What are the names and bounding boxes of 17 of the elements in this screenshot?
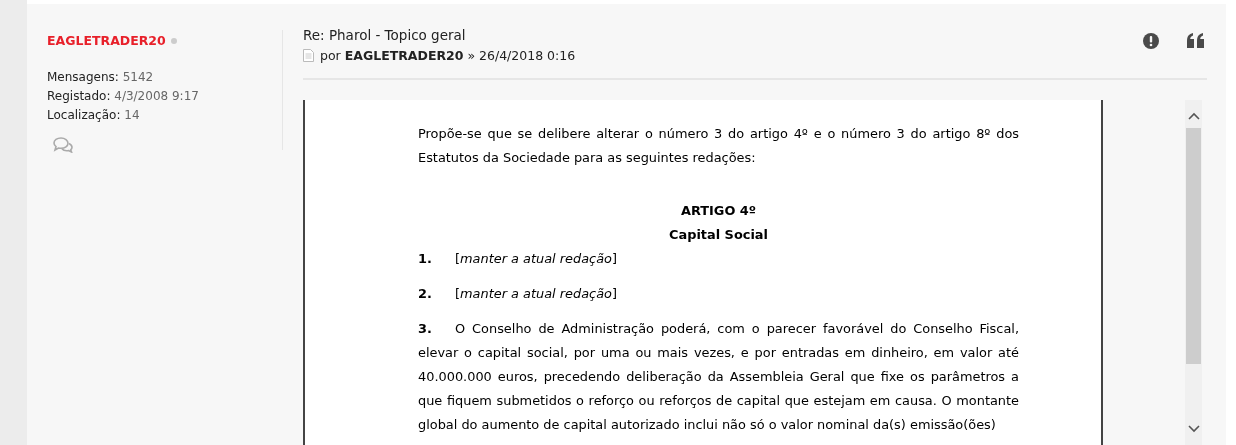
list-item: 2. [manter a atual redação] — [418, 285, 618, 303]
username[interactable]: EAGLETRADER20 — [47, 33, 166, 48]
profile-stat: Mensagens: 5142 — [47, 69, 155, 86]
post-byline: por EAGLETRADER20 » 26/4/2018 0:16 — [320, 48, 576, 63]
scrollbar[interactable] — [1185, 100, 1202, 445]
warning-icon[interactable] — [1143, 33, 1159, 49]
profile-stat: Registado: 4/3/2008 9:17 — [47, 88, 200, 105]
paragraph: Propõe-se que se delibere alterar o número 3 do artigo 4º e o número 3 do artigo 8º dos Estatutos da Sociedade para as seguintes redações: — [418, 125, 1019, 167]
post-title[interactable]: Re: Pharol - Topico geral — [303, 27, 576, 43]
scroll-up-icon[interactable] — [1187, 112, 1200, 120]
list-item: 1. [manter a atual redação] — [418, 250, 618, 268]
quote-icon[interactable] — [1187, 33, 1204, 48]
list-item: 3. O Conselho de Administração poderá, com o parecer favorável do Conselho Fiscal, elevar o capital social, por uma ou mais vezes, e por entradas em dinheiro, em valor até 40.000.000 euros, precedendo deliberação da Assembleia Geral que fixe os parâmetros a que fiquem submetidos o reforço ou reforços de capital que estejam em causa. O montante global do aumento de capital autorizado inclui não só o valor nominal da(s) emissão(ões) — [418, 320, 1019, 434]
article-subheading: Capital Social — [668, 226, 769, 244]
scroll-down-icon[interactable] — [1187, 425, 1200, 433]
profile-stat: Localização: 14 — [47, 107, 141, 124]
article-heading: ARTIGO 4º — [679, 202, 758, 220]
